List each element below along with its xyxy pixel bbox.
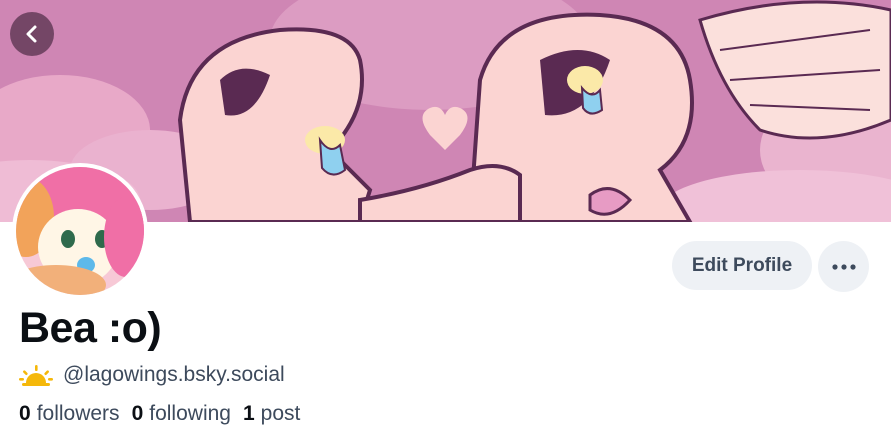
sun-icon: [19, 365, 53, 386]
following-count: 0: [131, 402, 144, 425]
handle-row: @lagowings.bsky.social: [19, 361, 285, 389]
profile-avatar[interactable]: [12, 163, 148, 299]
followers-count: 0: [19, 402, 31, 425]
ellipsis-icon: [831, 263, 856, 270]
following-label: following: [149, 402, 231, 425]
posts-label: post: [260, 402, 301, 425]
back-button[interactable]: [10, 12, 54, 56]
display-name: Bea :o): [19, 304, 162, 352]
avatar-image: [16, 167, 144, 295]
chevron-left-icon: [26, 25, 37, 43]
profile-stats: 0 followers 0 following 1 post: [19, 400, 312, 428]
edit-profile-button[interactable]: Edit Profile: [672, 241, 812, 290]
posts-stat: 1 post: [243, 402, 300, 426]
handle-text[interactable]: @lagowings.bsky.social: [63, 363, 285, 387]
more-options-button[interactable]: [818, 241, 869, 292]
following-stat[interactable]: 0 following: [132, 402, 231, 426]
posts-count: 1: [242, 402, 255, 425]
followers-label: followers: [36, 402, 120, 425]
followers-stat[interactable]: 0 followers: [19, 402, 120, 426]
